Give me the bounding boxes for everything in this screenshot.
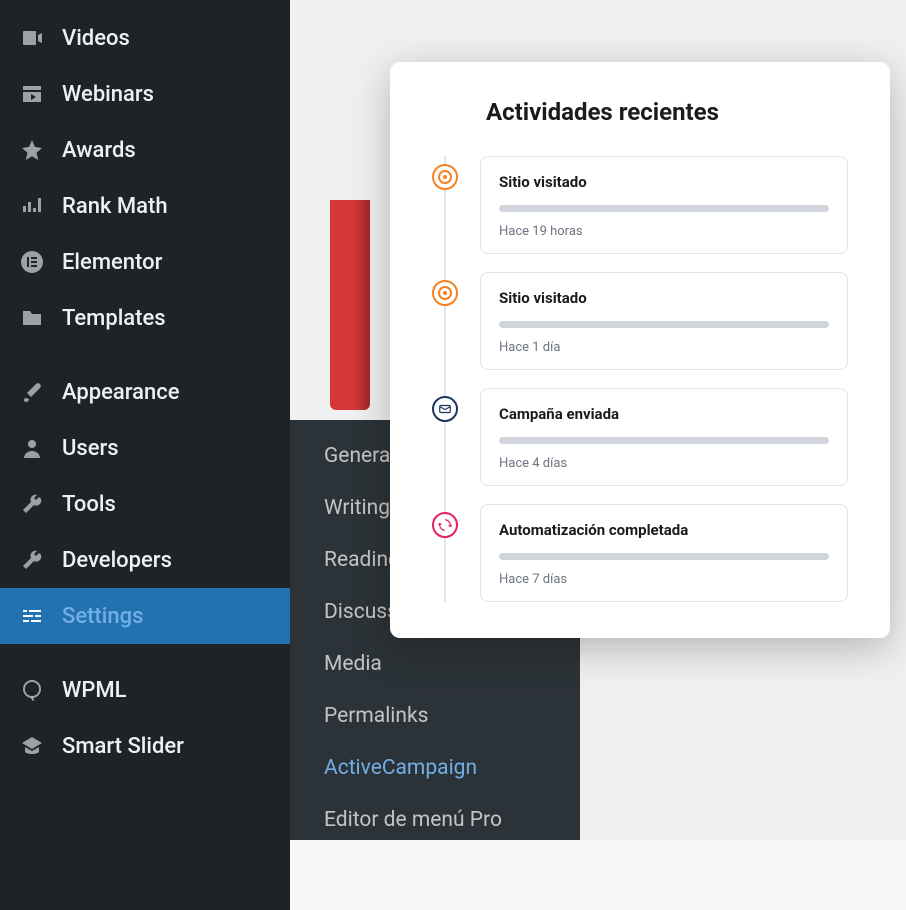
sidebar-item-label: Awards xyxy=(62,138,136,163)
placeholder-line xyxy=(499,321,829,328)
timeline-time: Hace 7 días xyxy=(499,572,829,587)
placeholder-line xyxy=(499,205,829,212)
timeline-item: Campaña enviada Hace 4 días xyxy=(432,388,848,486)
timeline-time: Hace 4 días xyxy=(499,456,829,471)
chart-icon xyxy=(18,192,46,220)
submenu-item-activecampaign[interactable]: ActiveCampaign xyxy=(290,742,580,794)
calendar-play-icon xyxy=(18,80,46,108)
sidebar-item-label: Smart Slider xyxy=(62,734,184,759)
sidebar-item-settings[interactable]: Settings xyxy=(0,588,290,644)
sidebar-item-label: WPML xyxy=(62,678,127,703)
submenu-item-permalinks[interactable]: Permalinks xyxy=(290,690,580,742)
sidebar-item-label: Rank Math xyxy=(62,194,168,219)
timeline-card[interactable]: Campaña enviada Hace 4 días xyxy=(480,388,848,486)
sidebar-item-tools[interactable]: Tools xyxy=(0,476,290,532)
sidebar-item-appearance[interactable]: Appearance xyxy=(0,364,290,420)
folder-icon xyxy=(18,304,46,332)
sidebar-item-webinars[interactable]: Webinars xyxy=(0,66,290,122)
timeline-time: Hace 1 día xyxy=(499,340,829,355)
mail-icon xyxy=(432,396,458,422)
sidebar-separator xyxy=(0,644,290,662)
wrench-icon xyxy=(18,490,46,518)
video-icon xyxy=(18,24,46,52)
submenu-item-label: Editor de menú Pro xyxy=(324,808,502,832)
timeline-heading: Campaña enviada xyxy=(499,405,829,423)
sidebar-item-label: Appearance xyxy=(62,380,180,405)
submenu-item-label: ActiveCampaign xyxy=(324,756,477,780)
sidebar-item-label: Elementor xyxy=(62,250,162,275)
content-area xyxy=(290,840,906,910)
sidebar-item-label: Videos xyxy=(62,26,130,51)
brush-icon xyxy=(18,378,46,406)
timeline-card[interactable]: Sitio visitado Hace 19 horas xyxy=(480,156,848,254)
sidebar-item-label: Webinars xyxy=(62,82,154,107)
grad-cap-icon xyxy=(18,732,46,760)
submenu-item-label: Permalinks xyxy=(324,704,429,728)
red-accent-bar xyxy=(330,200,370,410)
timeline-heading: Automatización completada xyxy=(499,521,829,539)
submenu-item-label: Writing xyxy=(324,496,390,520)
sliders-icon xyxy=(18,602,46,630)
elementor-icon xyxy=(18,248,46,276)
user-icon xyxy=(18,434,46,462)
timeline-item: Sitio visitado Hace 1 día xyxy=(432,272,848,370)
sidebar-item-developers[interactable]: Developers xyxy=(0,532,290,588)
activity-card-title: Actividades recientes xyxy=(486,98,848,126)
wrench-icon xyxy=(18,546,46,574)
recent-activities-card: Actividades recientes Sitio visitado Hac… xyxy=(390,62,890,638)
submenu-item-label: Reading xyxy=(324,548,400,572)
sidebar-item-users[interactable]: Users xyxy=(0,420,290,476)
timeline-item: Sitio visitado Hace 19 horas xyxy=(432,156,848,254)
automation-icon xyxy=(432,512,458,538)
timeline-time: Hace 19 horas xyxy=(499,224,829,239)
sidebar-item-label: Developers xyxy=(62,548,172,573)
placeholder-line xyxy=(499,437,829,444)
sidebar-item-rankmath[interactable]: Rank Math xyxy=(0,178,290,234)
sidebar-item-smartslider[interactable]: Smart Slider xyxy=(0,718,290,774)
submenu-item-label: General xyxy=(324,444,395,468)
sidebar-item-label: Users xyxy=(62,436,119,461)
sidebar-item-wpml[interactable]: WPML xyxy=(0,662,290,718)
activity-timeline: Sitio visitado Hace 19 horas Sitio visit… xyxy=(432,156,848,602)
sidebar-item-label: Tools xyxy=(62,492,116,517)
sidebar-item-label: Settings xyxy=(62,604,143,629)
sidebar-item-videos[interactable]: Videos xyxy=(0,10,290,66)
wpml-icon xyxy=(18,676,46,704)
sidebar-item-label: Templates xyxy=(62,306,166,331)
sidebar-item-templates[interactable]: Templates xyxy=(0,290,290,346)
sidebar-separator xyxy=(0,346,290,364)
timeline-card[interactable]: Automatización completada Hace 7 días xyxy=(480,504,848,602)
sidebar-item-elementor[interactable]: Elementor xyxy=(0,234,290,290)
submenu-item-label: Media xyxy=(324,652,382,676)
star-icon xyxy=(18,136,46,164)
submenu-item-media[interactable]: Media xyxy=(290,638,580,690)
submenu-item-menu-editor[interactable]: Editor de menú Pro xyxy=(290,794,580,846)
timeline-heading: Sitio visitado xyxy=(499,289,829,307)
target-icon xyxy=(432,280,458,306)
timeline-item: Automatización completada Hace 7 días xyxy=(432,504,848,602)
target-icon xyxy=(432,164,458,190)
sidebar-item-awards[interactable]: Awards xyxy=(0,122,290,178)
timeline-card[interactable]: Sitio visitado Hace 1 día xyxy=(480,272,848,370)
placeholder-line xyxy=(499,553,829,560)
timeline-heading: Sitio visitado xyxy=(499,173,829,191)
admin-sidebar: Videos Webinars Awards Rank Math Element… xyxy=(0,0,290,910)
